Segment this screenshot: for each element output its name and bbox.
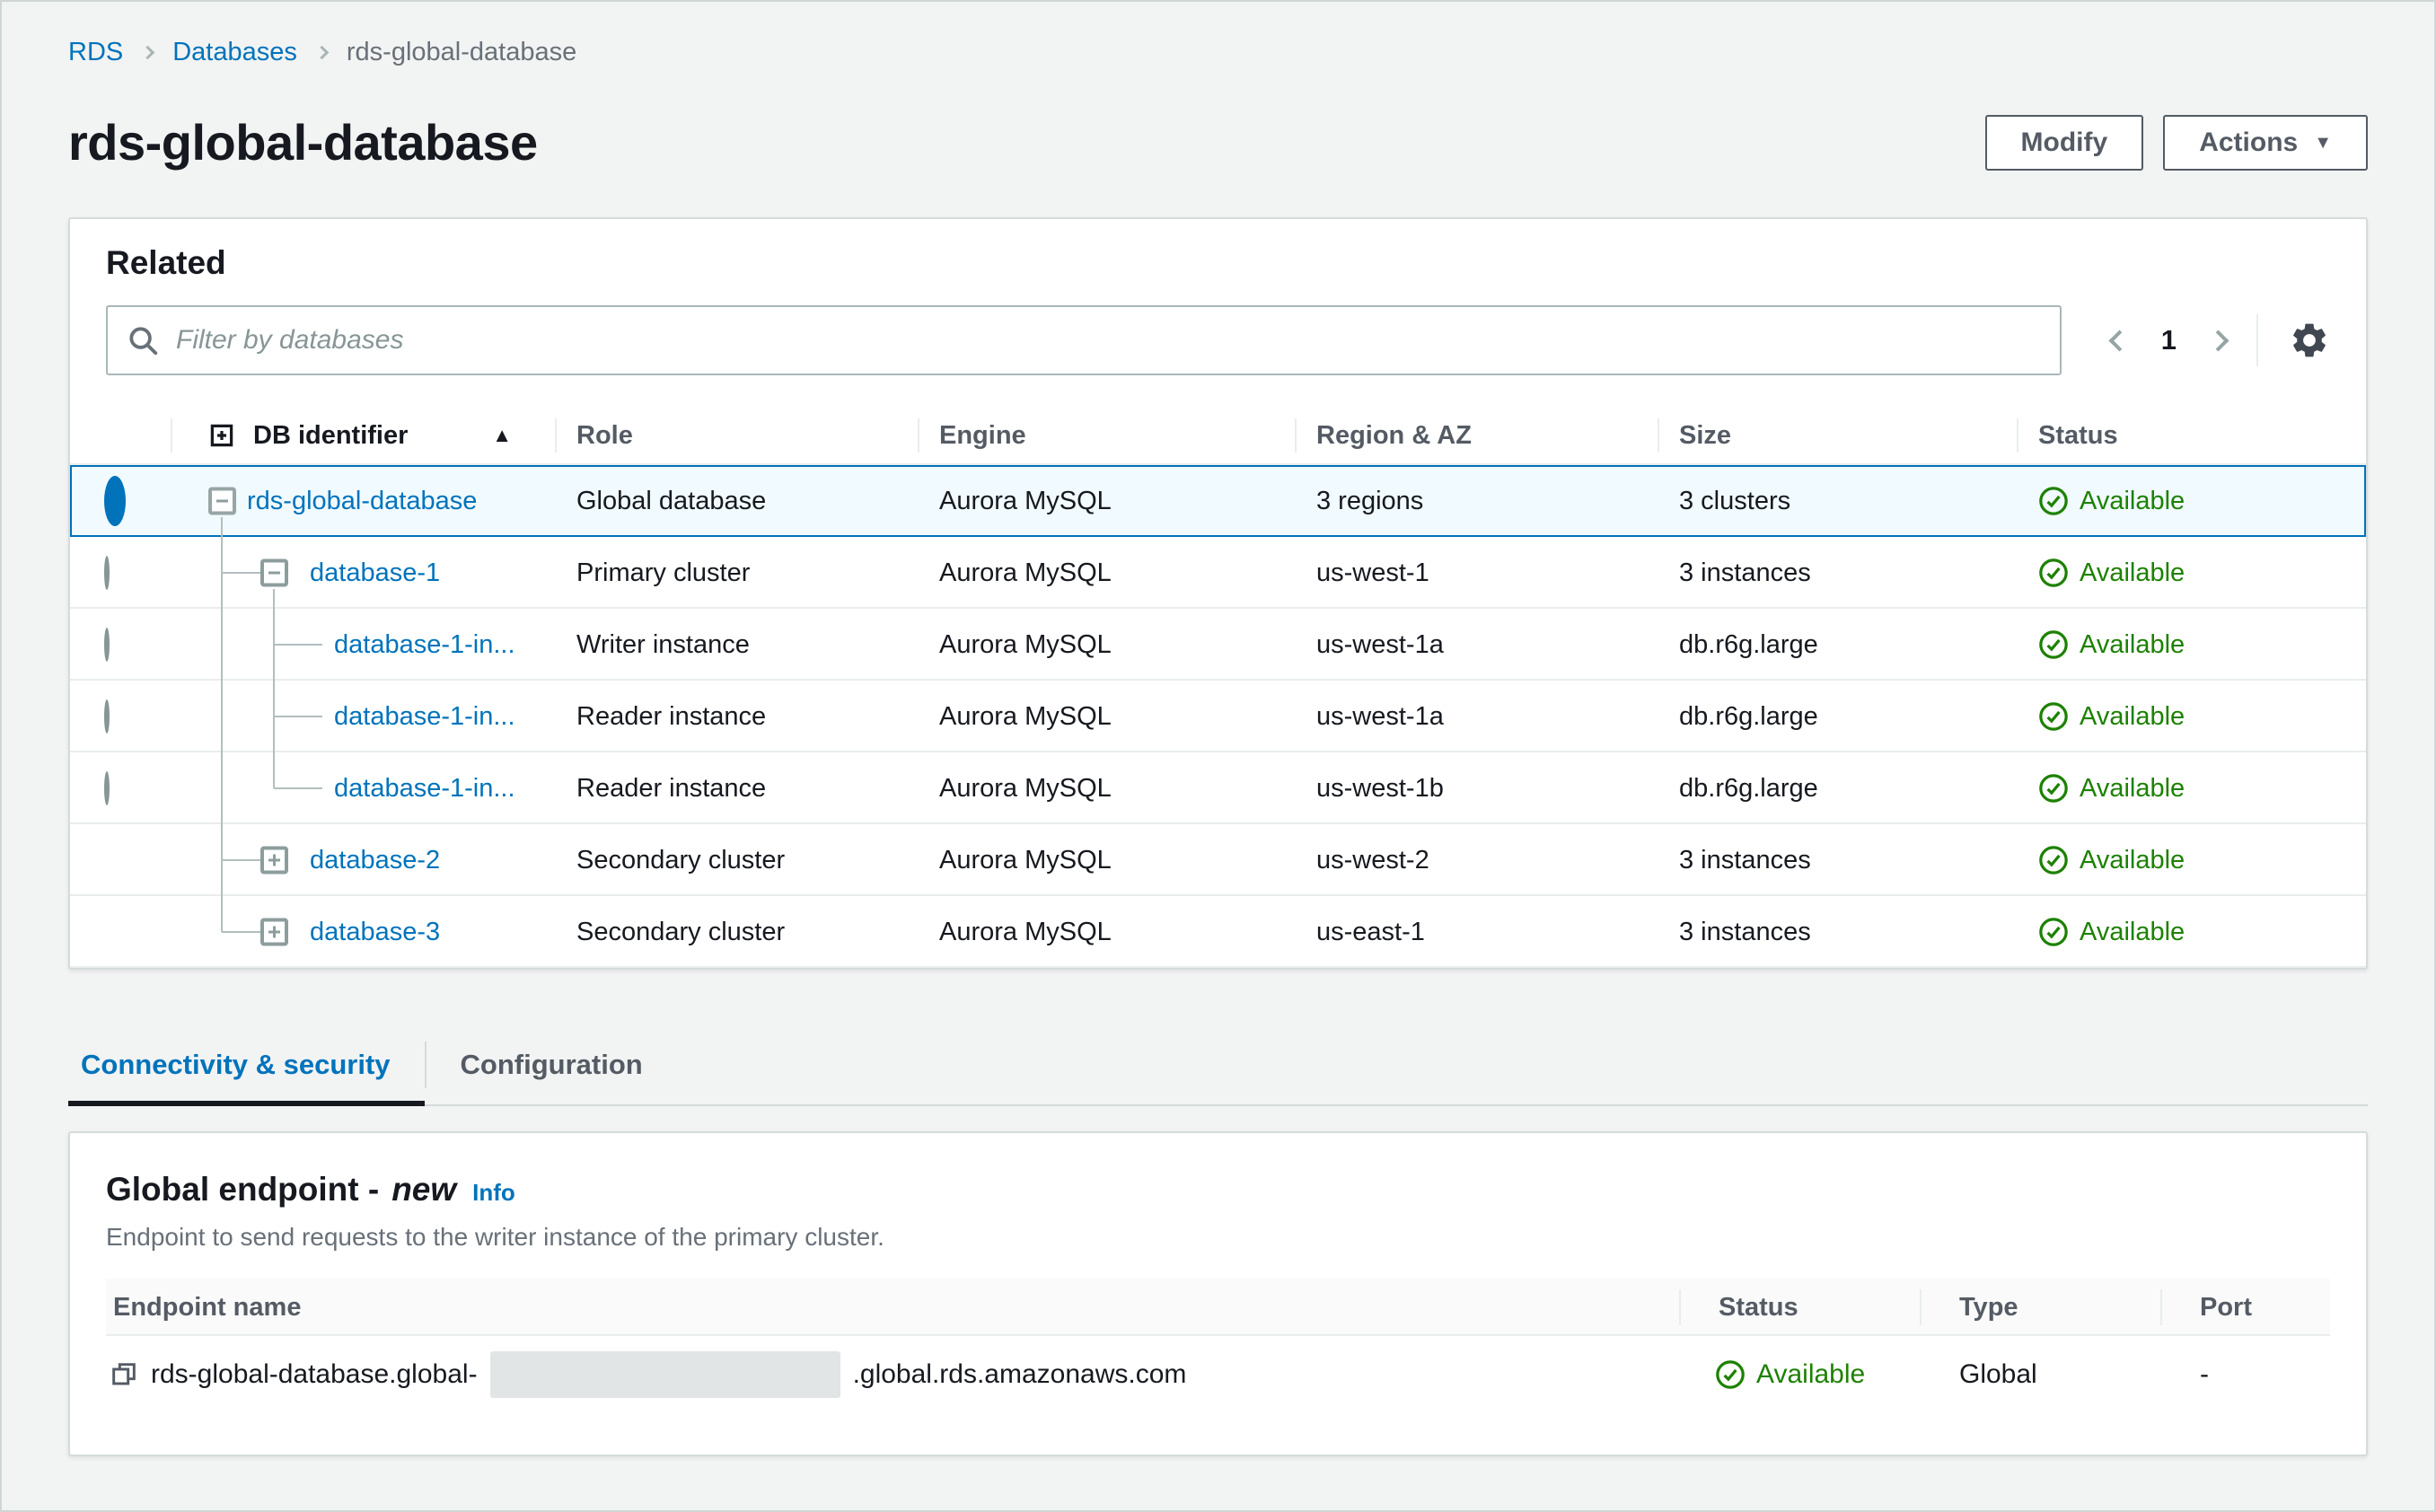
db-identifier-link[interactable]: database-1-in...: [334, 774, 515, 804]
db-identifier-link[interactable]: database-1-in...: [334, 702, 515, 732]
related-table: DB identifier ▲ Role Engine Region & AZ …: [70, 406, 2366, 968]
check-circle-icon: [2039, 774, 2068, 803]
modify-button[interactable]: Modify: [1984, 115, 2144, 171]
sort-ascending-icon: ▲: [492, 424, 512, 446]
row-radio[interactable]: [104, 699, 110, 734]
detail-tabs: Connectivity & security Configuration: [68, 1025, 2368, 1106]
page-title: rds-global-database: [68, 114, 538, 171]
collapse-toggle-icon[interactable]: [260, 558, 288, 587]
redacted-endpoint-id: [489, 1351, 840, 1398]
table-row: rds-global-database Global database Auro…: [70, 465, 2366, 537]
check-circle-icon: [2039, 630, 2068, 659]
selection-column-header: [70, 406, 171, 465]
caret-down-icon: ▼: [2314, 132, 2332, 153]
check-circle-icon: [2039, 558, 2068, 587]
global-endpoint-title: Global endpoint - new Info: [106, 1171, 515, 1208]
status-badge: Available: [2080, 486, 2185, 515]
settings-button[interactable]: [2289, 320, 2330, 361]
row-radio-selected[interactable]: [104, 475, 126, 526]
expand-toggle-icon[interactable]: [260, 846, 288, 875]
breadcrumb-link-databases[interactable]: Databases: [172, 36, 297, 68]
column-header-size: Size: [1658, 406, 2017, 465]
db-identifier-link[interactable]: database-2: [310, 846, 440, 875]
row-radio[interactable]: [104, 770, 110, 805]
status-badge: Available: [2080, 629, 2185, 659]
endpoint-row: rds-global-database.global- .global.rds.a…: [106, 1336, 2330, 1413]
column-header-endpoint-name: Endpoint name: [113, 1292, 302, 1322]
tab-configuration[interactable]: Configuration: [427, 1025, 677, 1104]
table-row: database-3 Secondary cluster Aurora MySQ…: [70, 896, 2366, 968]
table-row: database-1 Primary cluster Aurora MySQL …: [70, 537, 2366, 609]
breadcrumb: RDS Databases rds-global-database: [68, 36, 2368, 68]
tab-connectivity-security[interactable]: Connectivity & security: [68, 1025, 425, 1106]
check-circle-icon: [2039, 487, 2068, 515]
search-icon: [129, 327, 158, 356]
related-panel: Related 1: [68, 217, 2368, 970]
table-header-row: DB identifier ▲ Role Engine Region & AZ …: [70, 406, 2366, 465]
column-header-engine: Engine: [918, 406, 1295, 465]
db-identifier-link[interactable]: rds-global-database: [247, 487, 477, 516]
db-identifier-link[interactable]: database-1: [310, 558, 440, 588]
related-title: Related: [106, 244, 226, 281]
pagination: 1: [2108, 324, 2229, 356]
gear-icon: [2293, 323, 2326, 357]
row-radio[interactable]: [104, 555, 110, 590]
next-page-button[interactable]: [2207, 329, 2229, 352]
table-row: database-1-in... Reader instance Aurora …: [70, 752, 2366, 824]
filter-input[interactable]: [106, 305, 2062, 375]
page-number[interactable]: 1: [2161, 324, 2177, 356]
toolbar-divider: [2256, 314, 2258, 366]
global-endpoint-panel: Global endpoint - new Info Endpoint to s…: [68, 1131, 2368, 1456]
status-badge: Available: [1756, 1359, 1866, 1389]
chevron-right-icon: [314, 45, 330, 59]
endpoint-type: Global: [1959, 1359, 2037, 1389]
endpoint-name-prefix: rds-global-database.global-: [151, 1359, 478, 1389]
column-header-role: Role: [555, 406, 918, 465]
endpoint-table: Endpoint name Status Type Port rds-globa…: [106, 1279, 2330, 1413]
breadcrumb-current: rds-global-database: [346, 38, 577, 66]
copy-icon[interactable]: [110, 1360, 138, 1389]
check-circle-icon: [2039, 918, 2068, 946]
column-header-db-identifier[interactable]: DB identifier ▲: [171, 406, 555, 465]
expand-toggle-icon[interactable]: [260, 918, 288, 946]
table-row: database-1-in... Reader instance Aurora …: [70, 681, 2366, 752]
check-circle-icon: [1716, 1360, 1745, 1389]
endpoint-port: -: [2200, 1359, 2209, 1389]
table-row: database-2 Secondary cluster Aurora MySQ…: [70, 824, 2366, 896]
global-endpoint-description: Endpoint to send requests to the writer …: [106, 1223, 884, 1251]
status-badge: Available: [2080, 845, 2185, 875]
page-header: rds-global-database Modify Actions ▼: [68, 111, 2368, 174]
status-badge: Available: [2080, 917, 2185, 946]
endpoint-table-header: Endpoint name Status Type Port: [106, 1279, 2330, 1336]
status-badge: Available: [2080, 701, 2185, 731]
info-link[interactable]: Info: [472, 1179, 515, 1207]
db-identifier-link[interactable]: database-3: [310, 918, 440, 947]
table-row: database-1-in... Writer instance Aurora …: [70, 609, 2366, 681]
actions-button[interactable]: Actions ▼: [2163, 115, 2368, 171]
column-header-type: Type: [1920, 1279, 2160, 1336]
column-header-status: Status: [2017, 406, 2366, 465]
filter-field: [106, 305, 2062, 375]
expand-all-icon: [210, 424, 233, 447]
row-radio[interactable]: [104, 627, 110, 662]
collapse-toggle-icon[interactable]: [208, 487, 236, 515]
db-identifier-link[interactable]: database-1-in...: [334, 630, 515, 660]
endpoint-name-suffix: .global.rds.amazonaws.com: [852, 1359, 1187, 1389]
status-badge: Available: [2080, 773, 2185, 803]
column-header-status: Status: [1679, 1279, 1920, 1336]
status-badge: Available: [2080, 558, 2185, 587]
check-circle-icon: [2039, 846, 2068, 875]
chevron-right-icon: [140, 45, 155, 59]
breadcrumb-link-rds[interactable]: RDS: [68, 36, 123, 68]
previous-page-button[interactable]: [2108, 329, 2131, 352]
column-header-port: Port: [2160, 1279, 2330, 1336]
column-header-region-az: Region & AZ: [1295, 406, 1658, 465]
check-circle-icon: [2039, 702, 2068, 731]
